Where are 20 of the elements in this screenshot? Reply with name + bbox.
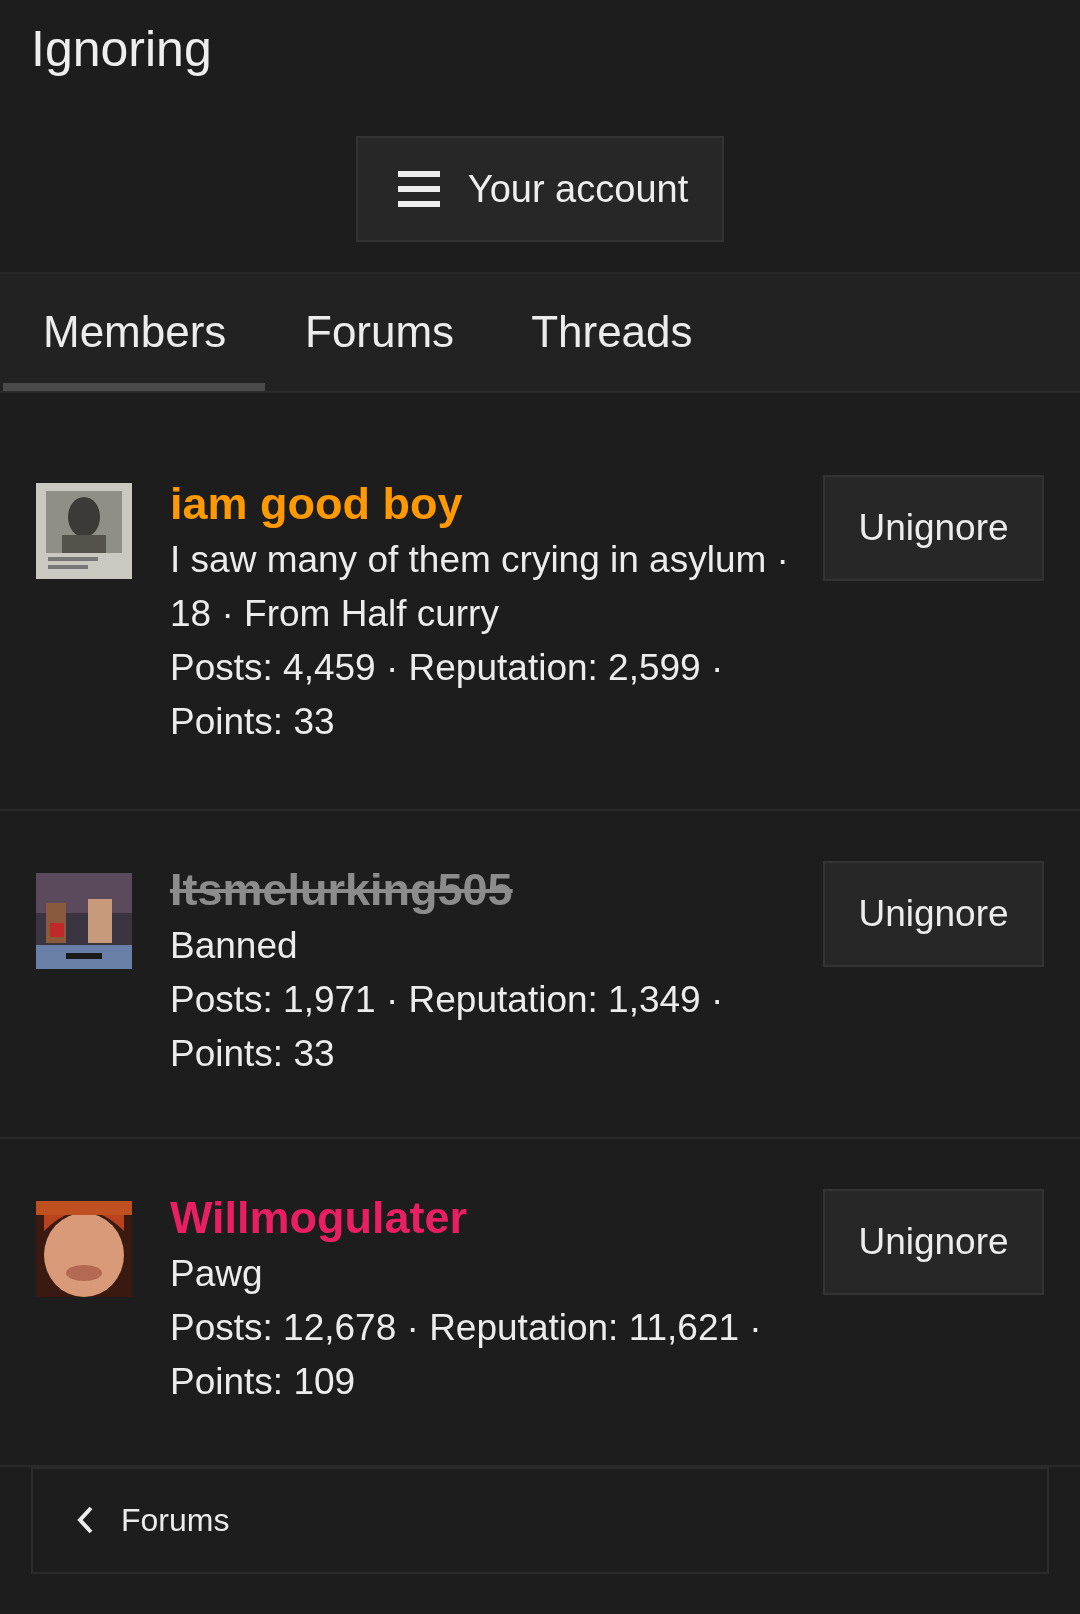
account-menu-button[interactable]: Your account	[355, 136, 725, 242]
member-info: Banned	[170, 923, 299, 968]
unignore-button[interactable]: Unignore	[823, 860, 1044, 967]
member-stats: Posts: 12,678 · Reputation: 11,621 · Points: 109	[170, 1305, 763, 1404]
username-link[interactable]: Willmogulater	[170, 1188, 468, 1247]
tab[interactable]: Members	[3, 274, 265, 391]
member-info: Pawg	[170, 1251, 264, 1296]
unignore-button[interactable]: Unignore	[823, 1188, 1044, 1295]
breadcrumb-link[interactable]: Forums	[77, 1501, 230, 1539]
tab[interactable]: Threads	[491, 274, 730, 391]
username-link[interactable]: iam good boy	[170, 474, 463, 533]
menu-icon	[397, 171, 440, 207]
unignore-button[interactable]: Unignore	[823, 474, 1044, 581]
tab[interactable]: Forums	[265, 274, 492, 391]
member-info: I saw many of them crying in asylum · 18 · From Half curry	[170, 537, 790, 636]
member-stats: Posts: 4,459 · Reputation: 2,599 · Points: 33	[170, 645, 725, 744]
member-stats: Posts: 1,971 · Reputation: 1,349 · Points: 33	[170, 977, 725, 1076]
username-link[interactable]: Itsmelurking505	[170, 860, 513, 919]
page-title: Ignoring	[30, 20, 213, 79]
chevron-left-icon	[77, 1506, 93, 1535]
